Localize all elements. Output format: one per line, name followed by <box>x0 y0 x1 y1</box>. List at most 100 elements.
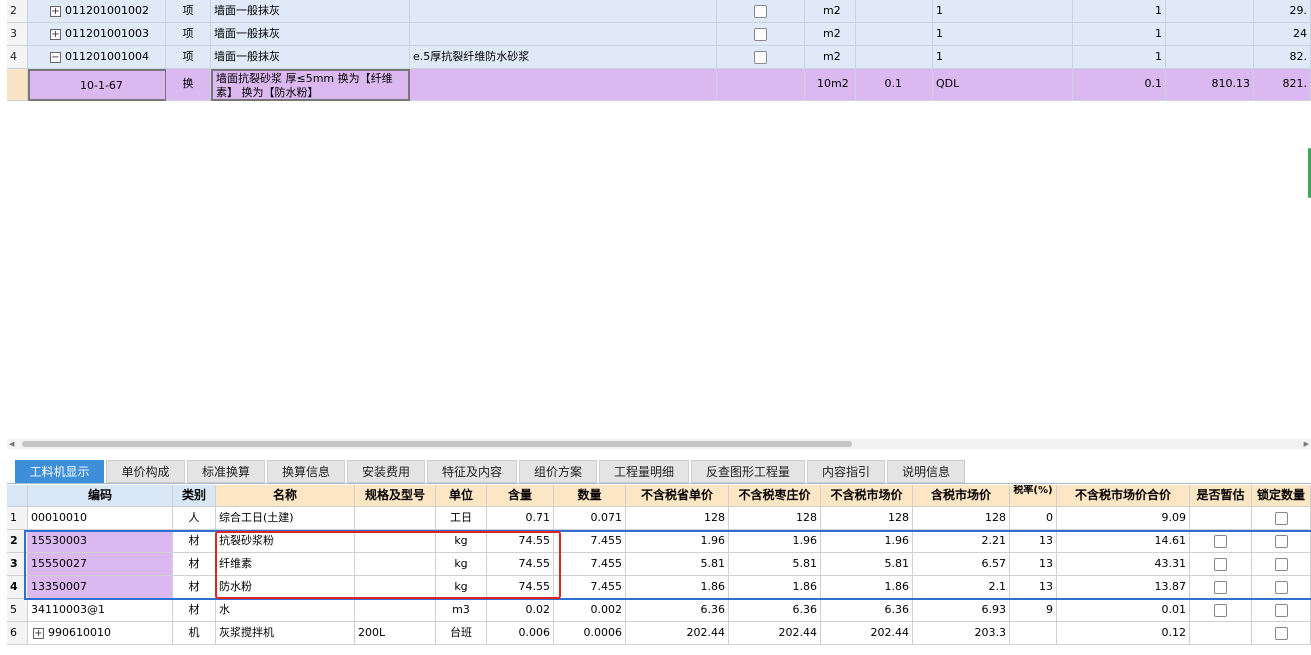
item-code-cell[interactable]: −011201001004 <box>28 46 166 69</box>
material-name-cell[interactable]: 灰浆搅拌机 <box>216 622 355 645</box>
tab-unit-price-composition[interactable]: 单价构成 <box>106 460 185 483</box>
expand-icon[interactable]: + <box>50 28 61 40</box>
tab-standard-conversion[interactable]: 标准换算 <box>187 460 265 483</box>
material-spec-cell[interactable] <box>355 576 436 599</box>
material-name-cell[interactable]: 防水粉 <box>216 576 355 599</box>
qty-expr-cell[interactable] <box>856 46 933 69</box>
checkbox-cell[interactable] <box>717 0 805 23</box>
header-content[interactable]: 含量 <box>487 485 554 507</box>
item-feature-cell[interactable] <box>410 0 717 23</box>
provincial-price-cell[interactable]: 1.96 <box>626 530 729 553</box>
provisional-checkbox[interactable] <box>1214 534 1227 548</box>
material-code-cell[interactable]: 15550027 <box>28 553 173 576</box>
lock-qty-checkbox-cell[interactable] <box>1252 507 1311 530</box>
content-cell[interactable]: 74.55 <box>487 553 554 576</box>
lock-qty-checkbox-cell[interactable] <box>1252 553 1311 576</box>
tab-reverse-graphic-quantity[interactable]: 反查图形工程量 <box>691 460 805 483</box>
tax-rate-cell[interactable]: 13 <box>1010 553 1057 576</box>
expand-icon[interactable]: + <box>50 5 61 17</box>
provisional-checkbox-cell[interactable] <box>1190 576 1252 599</box>
sub-qty-expr-cell[interactable]: 0.1 <box>856 69 933 101</box>
checkbox[interactable] <box>754 4 767 18</box>
table-row[interactable]: 3 15550027 材纤维素 kg 74.55 7.455 5.81 5.81 5.81 6.5… <box>7 553 1311 576</box>
table-row[interactable]: 4 −011201001004 项 墙面一般抹灰 e.5厚抗裂纤维防水砂浆 m2… <box>0 46 1311 69</box>
zaozhuang-price-cell[interactable]: 5.81 <box>729 553 821 576</box>
sub-feature-cell[interactable] <box>410 69 717 101</box>
taxed-market-price-cell[interactable]: 6.57 <box>913 553 1010 576</box>
market-price-cell[interactable]: 202.44 <box>821 622 913 645</box>
lock-qty-checkbox[interactable] <box>1274 603 1288 617</box>
table-row[interactable]: 215530003材抗裂砂浆粉···kg74.557.4551.961.961.… <box>7 530 1311 553</box>
sub-code-cell[interactable]: 10-1-67 <box>28 69 166 101</box>
material-code-cell[interactable]: +990610010 <box>28 622 173 645</box>
lock-qty-checkbox[interactable] <box>1274 511 1288 525</box>
horizontal-scrollbar[interactable]: ◀ ▶ <box>7 439 1311 449</box>
provisional-checkbox[interactable] <box>1214 580 1227 594</box>
expr-cell[interactable]: 1 <box>933 23 1073 46</box>
checkbox[interactable] <box>754 50 767 64</box>
material-name-cell[interactable]: 纤维素 <box>216 553 355 576</box>
material-code-cell[interactable]: 15530003 <box>28 530 173 553</box>
scroll-left-icon[interactable]: ◀ <box>9 440 14 448</box>
tab-quantity-details[interactable]: 工程量明细 <box>599 460 689 483</box>
tax-rate-cell[interactable]: 0 <box>1010 507 1057 530</box>
material-name-cell[interactable]: 抗裂砂浆粉··· <box>216 530 355 553</box>
provisional-checkbox[interactable] <box>1214 603 1227 617</box>
market-price-cell[interactable]: 5.81 <box>821 553 913 576</box>
provisional-checkbox-cell[interactable] <box>1190 553 1252 576</box>
zaozhuang-price-cell[interactable]: 1.96 <box>729 530 821 553</box>
header-market-price[interactable]: 不含税市场价 <box>821 485 913 507</box>
provincial-price-cell[interactable]: 1.86 <box>626 576 729 599</box>
content-cell[interactable]: 0.006 <box>487 622 554 645</box>
material-spec-cell[interactable] <box>355 507 436 530</box>
lock-qty-checkbox[interactable] <box>1274 580 1288 594</box>
provincial-price-cell[interactable]: 202.44 <box>626 622 729 645</box>
provisional-checkbox-cell[interactable] <box>1190 507 1252 530</box>
header-spec[interactable]: 规格及型号 <box>355 485 436 507</box>
item-name-cell[interactable]: 墙面一般抹灰 <box>211 23 410 46</box>
tab-content-guide[interactable]: 内容指引 <box>807 460 885 483</box>
tab-pricing-scheme[interactable]: 组价方案 <box>519 460 597 483</box>
market-price-cell[interactable]: 1.86 <box>821 576 913 599</box>
item-name-cell[interactable]: 墙面一般抹灰 <box>211 46 410 69</box>
sub-name-cell[interactable]: 墙面抗裂砂浆 厚≤5mm 换为【纤维 素】 换为【防水粉】 <box>211 69 410 101</box>
item-feature-cell[interactable] <box>410 23 717 46</box>
header-provisional[interactable]: 是否暂估 <box>1190 485 1252 507</box>
market-price-cell[interactable]: 6.36 <box>821 599 913 622</box>
content-cell[interactable]: 74.55 <box>487 576 554 599</box>
header-name[interactable]: 名称 <box>216 485 355 507</box>
tab-description-info[interactable]: 说明信息 <box>887 460 965 483</box>
provisional-checkbox-cell[interactable] <box>1190 622 1252 645</box>
checkbox[interactable] <box>754 27 767 41</box>
table-row[interactable]: 2 +011201001002 项 墙面一般抹灰 m2 1 1 29. <box>0 0 1311 23</box>
qty-expr-cell[interactable] <box>856 0 933 23</box>
material-code-cell[interactable]: 00010010 <box>28 507 173 530</box>
tab-installation-cost[interactable]: 安装费用 <box>347 460 425 483</box>
taxed-market-price-cell[interactable]: 203.3 <box>913 622 1010 645</box>
header-tax-rate[interactable]: 税率(%) <box>1010 485 1057 507</box>
table-row[interactable]: 5 34110003@1 材水 m3 0.02 0.002 6.36 6.36 6.36 6.93… <box>7 599 1311 622</box>
provisional-checkbox-cell[interactable] <box>1190 530 1252 553</box>
table-row[interactable]: 3 +011201001003 项 墙面一般抹灰 m2 1 1 24 <box>0 23 1311 46</box>
item-code-cell[interactable]: +011201001002 <box>28 0 166 23</box>
expr-cell[interactable]: 1 <box>933 0 1073 23</box>
content-cell[interactable]: 74.55 <box>487 530 554 553</box>
lock-qty-checkbox-cell[interactable] <box>1252 530 1311 553</box>
taxed-market-price-cell[interactable]: 128 <box>913 507 1010 530</box>
table-row[interactable]: 6 +990610010 机灰浆搅拌机 200L 台班 0.006 0.0006 202.44… <box>7 622 1311 645</box>
sub-expr-cell[interactable]: QDL <box>933 69 1073 101</box>
content-cell[interactable]: 0.71 <box>487 507 554 530</box>
taxed-market-price-cell[interactable]: 2.1 <box>913 576 1010 599</box>
sub-item-row[interactable]: 10-1-67 换 墙面抗裂砂浆 厚≤5mm 换为【纤维 素】 换为【防水粉】 … <box>0 69 1311 101</box>
tab-conversion-info[interactable]: 换算信息 <box>267 460 345 483</box>
header-lock-qty[interactable]: 锁定数量 <box>1252 485 1311 507</box>
material-spec-cell[interactable] <box>355 599 436 622</box>
item-feature-cell[interactable]: e.5厚抗裂纤维防水砂浆 <box>410 46 717 69</box>
market-price-cell[interactable]: 1.96 <box>821 530 913 553</box>
lock-qty-checkbox[interactable] <box>1274 626 1288 640</box>
tab-features-content[interactable]: 特征及内容 <box>427 460 517 483</box>
tab-materials-display[interactable]: 工料机显示 <box>15 460 104 483</box>
lock-qty-checkbox[interactable] <box>1274 557 1288 571</box>
taxed-market-price-cell[interactable]: 6.93 <box>913 599 1010 622</box>
zaozhuang-price-cell[interactable]: 6.36 <box>729 599 821 622</box>
